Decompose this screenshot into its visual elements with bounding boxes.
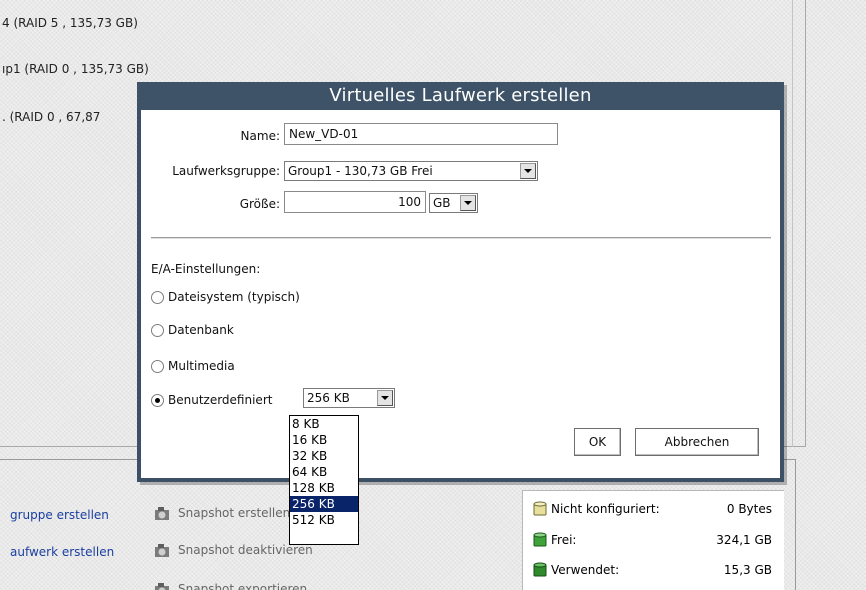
size-unit-value: GB bbox=[433, 196, 451, 210]
capacity-summary: Nicht konfiguriert: 0 Bytes Frei: 324,1 … bbox=[522, 490, 784, 590]
io-option-label: Dateisystem (typisch) bbox=[168, 290, 300, 304]
name-label: Name: bbox=[240, 129, 280, 143]
drive-group-line[interactable]: ıp1 (RAID 0 , 135,73 GB) bbox=[2, 62, 149, 76]
name-input[interactable] bbox=[284, 123, 558, 145]
dropdown-option[interactable]: 128 KB bbox=[290, 480, 358, 496]
io-option-filesystem[interactable]: Dateisystem (typisch) bbox=[151, 290, 300, 304]
stat-label: Verwendet: bbox=[551, 563, 620, 577]
io-option-label: Benutzerdefiniert bbox=[168, 393, 273, 407]
section-divider bbox=[795, 459, 796, 590]
snapshot-export-action[interactable]: Snapshot exportieren bbox=[152, 580, 307, 590]
drive-group-value: Group1 - 130,73 GB Frei bbox=[288, 164, 433, 178]
snapshot-icon bbox=[155, 507, 169, 520]
radio-button[interactable] bbox=[151, 290, 164, 304]
size-input[interactable] bbox=[284, 191, 426, 213]
drive-group-label: Laufwerksgruppe: bbox=[172, 164, 280, 178]
io-option-database[interactable]: Datenbank bbox=[151, 323, 234, 337]
cancel-button[interactable]: Abbrechen bbox=[635, 428, 759, 456]
dropdown-option[interactable]: 512 KB bbox=[290, 512, 358, 528]
drive-group-line[interactable]: 4 (RAID 5 , 135,73 GB) bbox=[2, 16, 138, 30]
create-group-link[interactable]: gruppe erstellen bbox=[10, 508, 109, 522]
chevron-down-icon[interactable] bbox=[520, 163, 536, 179]
dropdown-option-selected[interactable]: 256 KB bbox=[290, 496, 358, 512]
drive-group-line[interactable]: . (RAID 0 , 67,87 bbox=[2, 110, 100, 124]
io-option-label: Multimedia bbox=[168, 359, 235, 373]
disk-free-icon bbox=[533, 532, 547, 547]
stat-value: 15,3 GB bbox=[723, 563, 772, 577]
radio-button-selected[interactable] bbox=[151, 393, 164, 407]
disk-unconfigured-icon bbox=[533, 501, 547, 516]
dropdown-option[interactable]: 16 KB bbox=[290, 432, 358, 448]
stat-row-used: Verwendet: 15,3 GB bbox=[533, 560, 772, 580]
io-option-label: Datenbank bbox=[168, 323, 234, 337]
stat-value: 0 Bytes bbox=[726, 502, 772, 516]
size-label: Größe: bbox=[239, 197, 280, 211]
ok-button[interactable]: OK bbox=[574, 428, 621, 456]
create-drive-link[interactable]: aufwerk erstellen bbox=[10, 545, 114, 559]
snapshot-icon bbox=[155, 583, 169, 590]
dialog-title: Virtuelles Laufwerk erstellen bbox=[137, 82, 784, 110]
stripe-size-dropdown-list[interactable]: 8 KB 16 KB 32 KB 64 KB 128 KB 256 KB 512… bbox=[289, 415, 359, 545]
chevron-down-icon[interactable] bbox=[460, 195, 476, 211]
stripe-size-value: 256 KB bbox=[307, 391, 350, 405]
stat-row-free: Frei: 324,1 GB bbox=[533, 530, 772, 550]
io-option-multimedia[interactable]: Multimedia bbox=[151, 359, 235, 373]
dropdown-option[interactable]: 32 KB bbox=[290, 448, 358, 464]
stripe-size-select[interactable]: 256 KB bbox=[303, 388, 395, 408]
create-virtual-drive-dialog: Virtuelles Laufwerk erstellen Name: Lauf… bbox=[137, 82, 784, 482]
background-divider bbox=[792, 0, 793, 447]
radio-button[interactable] bbox=[151, 323, 164, 337]
chevron-down-icon[interactable] bbox=[377, 390, 393, 406]
stat-row-unconfigured: Nicht konfiguriert: 0 Bytes bbox=[533, 499, 772, 519]
dropdown-option[interactable]: 64 KB bbox=[290, 464, 358, 480]
radio-button[interactable] bbox=[151, 359, 164, 373]
dropdown-option[interactable]: 8 KB bbox=[290, 416, 358, 432]
stat-label: Nicht konfiguriert: bbox=[551, 502, 660, 516]
io-settings-label: E/A-Einstellungen: bbox=[151, 262, 261, 276]
size-unit-select[interactable]: GB bbox=[429, 193, 478, 213]
snapshot-icon bbox=[155, 544, 169, 557]
snapshot-create-label: Snapshot erstellen bbox=[178, 506, 291, 520]
drive-group-select[interactable]: Group1 - 130,73 GB Frei bbox=[284, 161, 538, 181]
snapshot-deactivate-label: Snapshot deaktivieren bbox=[178, 543, 313, 557]
stat-label: Frei: bbox=[551, 533, 577, 547]
disk-used-icon bbox=[533, 562, 547, 577]
snapshot-create-action[interactable]: Snapshot erstellen bbox=[152, 504, 290, 522]
dialog-separator bbox=[151, 237, 771, 238]
stat-value: 324,1 GB bbox=[716, 533, 772, 547]
io-option-custom[interactable]: Benutzerdefiniert bbox=[151, 393, 272, 407]
snapshot-export-label: Snapshot exportieren bbox=[178, 582, 308, 590]
